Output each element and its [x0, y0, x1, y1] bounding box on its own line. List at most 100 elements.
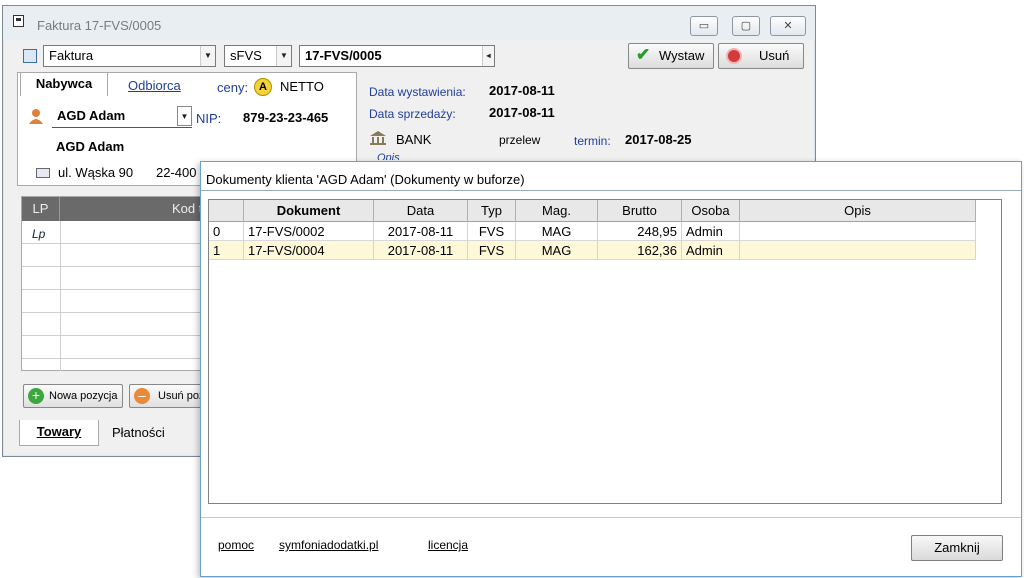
- bank-label: BANK: [396, 132, 432, 147]
- cell-gross: 162,36: [598, 241, 682, 260]
- cell-index: 0: [209, 222, 244, 241]
- close-window-button[interactable]: ✕: [770, 16, 806, 36]
- due-date-label: termin:: [574, 134, 611, 148]
- invoice-titlebar: Faktura 17-FVS/0005 ▭ ▢ ✕: [3, 6, 815, 40]
- table-row[interactable]: 1 17-FVS/0004 2017-08-11 FVS MAG 162,36 …: [209, 241, 976, 260]
- cell-gross: 248,95: [598, 222, 682, 241]
- chevron-left-icon: ◂: [482, 46, 494, 66]
- app-icon: [13, 15, 24, 27]
- minus-icon: –: [134, 388, 150, 404]
- grid-line: [22, 243, 204, 244]
- grid-line: [22, 335, 204, 336]
- cell-document: 17-FVS/0002: [244, 222, 374, 241]
- tab-recipient[interactable]: Odbiorca: [128, 78, 181, 93]
- tab-buyer[interactable]: Nabywca: [20, 72, 108, 96]
- doc-icon: [23, 49, 37, 63]
- nip-value: 879-23-23-465: [243, 110, 329, 125]
- cell-document: 17-FVS/0004: [244, 241, 374, 260]
- delete-icon: [726, 48, 742, 64]
- footer-separator: [201, 517, 1021, 518]
- add-item-label: Nowa pozycja: [49, 390, 118, 402]
- col-warehouse[interactable]: Mag.: [516, 200, 598, 222]
- remove-item-button[interactable]: – Usuń poz: [129, 384, 203, 408]
- issue-label: Wystaw: [659, 48, 705, 63]
- table-row[interactable]: 0 17-FVS/0002 2017-08-11 FVS MAG 248,95 …: [209, 222, 976, 241]
- row-marker: Lp: [32, 227, 46, 241]
- cell-warehouse: MAG: [516, 241, 598, 260]
- col-person[interactable]: Osoba: [682, 200, 740, 222]
- items-grid-header: LP Kod t: [22, 197, 204, 221]
- issue-button[interactable]: ✔ Wystaw: [628, 43, 714, 69]
- doc-type-value: Faktura: [49, 48, 94, 63]
- site-link[interactable]: symfoniadodatki.pl: [279, 538, 378, 552]
- series-value: sFVS: [230, 48, 262, 63]
- col-description[interactable]: Opis: [740, 200, 976, 222]
- cell-description: [740, 222, 976, 241]
- tab-goods[interactable]: Towary: [19, 420, 99, 446]
- dialog-title-separator: [201, 190, 1021, 191]
- due-date-value: 2017-08-25: [625, 132, 692, 147]
- delete-button[interactable]: Usuń: [718, 43, 804, 69]
- cell-date: 2017-08-11: [374, 241, 468, 260]
- buyer-short-name: AGD Adam: [57, 108, 126, 123]
- doc-number-value: 17-FVS/0005: [305, 48, 382, 63]
- cell-index: 1: [209, 241, 244, 260]
- items-grid[interactable]: LP Kod t Lp: [21, 196, 204, 371]
- description-label: Opis: [377, 152, 400, 160]
- chevron-down-icon: ▼: [276, 46, 291, 66]
- payment-method: przelew: [499, 133, 541, 147]
- doc-number-field[interactable]: 17-FVS/0005 ◂: [299, 45, 495, 67]
- documents-grid[interactable]: Dokument Data Typ Mag. Brutto Osoba Opis…: [208, 199, 1002, 504]
- prices-badge-icon: A: [254, 78, 272, 96]
- col-lp: LP: [22, 197, 60, 221]
- buyer-postal: 22-400: [156, 165, 197, 180]
- doc-type-select[interactable]: Faktura ▼: [43, 45, 216, 67]
- grid-line: [22, 266, 204, 267]
- address-card-icon: [36, 168, 50, 178]
- minimize-button[interactable]: ▭: [690, 16, 718, 36]
- remove-item-label: Usuń poz: [158, 390, 203, 402]
- delete-label: Usuń: [759, 48, 790, 63]
- person-icon: [28, 108, 44, 124]
- tab-payments[interactable]: Płatności: [112, 425, 165, 440]
- checkmark-icon: ✔: [636, 45, 651, 64]
- cell-type: FVS: [468, 241, 516, 260]
- sale-date-label: Data sprzedaży:: [369, 107, 456, 121]
- sale-date-value: 2017-08-11: [489, 105, 555, 120]
- add-item-button[interactable]: + Nowa pozycja: [23, 384, 123, 408]
- cell-date: 2017-08-11: [374, 222, 468, 241]
- buyer-full-name: AGD Adam: [56, 139, 125, 154]
- cell-description: [740, 241, 976, 260]
- issue-date-label: Data wystawienia:: [369, 85, 466, 99]
- grid-line: [22, 312, 204, 313]
- grid-line: [22, 358, 204, 359]
- help-link[interactable]: pomoc: [218, 538, 254, 552]
- col-date[interactable]: Data: [374, 200, 468, 222]
- issue-date-value: 2017-08-11: [489, 83, 555, 98]
- nip-label: NIP:: [196, 111, 222, 126]
- cell-warehouse: MAG: [516, 222, 598, 241]
- col-document[interactable]: Dokument: [244, 200, 374, 222]
- col-index: [209, 200, 244, 222]
- bank-icon: [369, 130, 387, 146]
- buyer-address: ul. Wąska 90: [58, 165, 134, 180]
- buyer-select[interactable]: AGD Adam ▼: [52, 106, 192, 128]
- prices-label: ceny:: [217, 80, 249, 95]
- close-button[interactable]: Zamknij: [911, 535, 1003, 561]
- prices-value: NETTO: [280, 79, 324, 94]
- chevron-down-icon: ▼: [177, 106, 192, 126]
- series-select[interactable]: sFVS ▼: [224, 45, 292, 67]
- window-title: Faktura 17-FVS/0005: [37, 18, 162, 33]
- cell-person: Admin: [682, 241, 740, 260]
- chevron-down-icon: ▼: [200, 46, 215, 66]
- maximize-button[interactable]: ▢: [732, 16, 760, 36]
- license-link[interactable]: licencja: [428, 538, 468, 552]
- grid-line: [22, 289, 204, 290]
- col-type[interactable]: Typ: [468, 200, 516, 222]
- col-gross[interactable]: Brutto: [598, 200, 682, 222]
- cell-type: FVS: [468, 222, 516, 241]
- dialog-title: Dokumenty klienta 'AGD Adam' (Dokumenty …: [206, 172, 525, 187]
- cell-person: Admin: [682, 222, 740, 241]
- plus-icon: +: [28, 388, 44, 404]
- client-documents-dialog: Dokumenty klienta 'AGD Adam' (Dokumenty …: [200, 161, 1022, 577]
